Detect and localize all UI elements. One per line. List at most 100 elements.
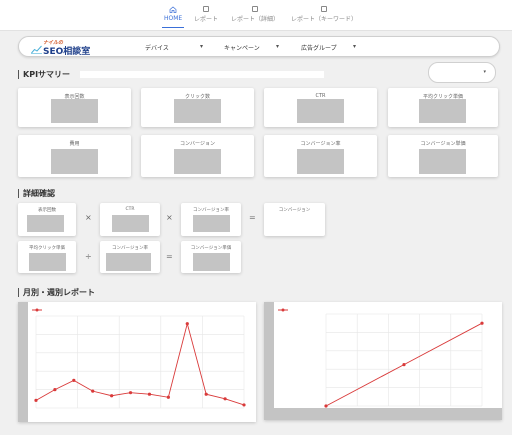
data-point xyxy=(223,397,227,401)
kpi-card-conversion-rate: コンバージョン率 xyxy=(264,135,377,177)
kpi-card-label: コンバージョン率 xyxy=(300,141,341,147)
detail-card-value xyxy=(193,215,230,232)
kpi-card-value xyxy=(297,99,344,123)
kpi-card-cost: 費用 xyxy=(18,135,131,177)
detail-card-label: コンバージョン率 xyxy=(112,246,148,251)
data-point xyxy=(242,403,246,407)
y-axis-placeholder xyxy=(264,302,274,420)
kpi-card-conversions: コンバージョン xyxy=(141,135,254,177)
weekly-chart-card xyxy=(264,302,502,420)
kpi-card-clicks: クリック数 xyxy=(141,88,254,127)
equals-operator: = xyxy=(166,252,173,261)
detail-card-value xyxy=(106,253,151,271)
monthly-line-chart xyxy=(18,302,246,422)
kpi-card-value xyxy=(419,99,466,123)
kpi-card-cost-per-conversion: コンバージョン単価 xyxy=(388,135,498,177)
top-navigation: HOME レポート レポート（詳細） レポート（キーワード） xyxy=(0,0,512,31)
kpi-card-label: 費用 xyxy=(69,141,80,147)
data-point xyxy=(53,388,57,392)
detail-card-label: CTR xyxy=(125,207,135,212)
kpi-card-value xyxy=(51,149,98,174)
detail-card-conversions: コンバージョン xyxy=(264,203,325,236)
divide-operator: ÷ xyxy=(85,252,92,261)
multiply-operator: × xyxy=(166,213,173,222)
monthly-section-title: 月別・週別レポート xyxy=(18,288,95,297)
detail-card-label: 平均クリック単価 xyxy=(29,246,65,251)
series-line xyxy=(35,321,245,406)
tab-report-keyword[interactable]: レポート（キーワード） xyxy=(291,6,357,23)
data-point xyxy=(166,395,170,399)
detail-card-value xyxy=(193,253,230,271)
home-icon xyxy=(169,6,177,13)
kpi-card-impressions: 表示回数 xyxy=(18,88,131,127)
tab-report-detail[interactable]: レポート（詳細） xyxy=(231,6,279,23)
logo-chart-icon xyxy=(31,45,42,54)
data-point xyxy=(147,392,152,396)
data-point xyxy=(480,321,484,325)
brand-logo: ナイルの SEO相談室 xyxy=(31,40,103,57)
detail-card-label: 表示回数 xyxy=(38,208,56,213)
data-point xyxy=(402,363,406,367)
kpi-card-label: コンバージョン単価 xyxy=(420,141,466,147)
kpi-card-ctr: CTR xyxy=(264,88,377,127)
detail-card-conversion-rate-2: コンバージョン率 xyxy=(100,241,160,273)
detail-section-title: 詳細確認 xyxy=(18,189,55,198)
data-point xyxy=(128,391,133,395)
report-detail-icon xyxy=(252,6,258,12)
adgroup-filter-label: 広告グループ xyxy=(301,45,337,52)
kpi-card-avg-cpc: 平均クリック単価 xyxy=(388,88,498,127)
logo-big-text: SEO相談室 xyxy=(43,47,91,57)
data-point xyxy=(324,404,328,408)
detail-card-conversion-rate: コンバージョン率 xyxy=(181,203,241,236)
period-dropdown[interactable]: ▾ xyxy=(428,62,496,83)
data-point xyxy=(72,378,76,382)
data-point xyxy=(204,392,208,396)
kpi-card-value xyxy=(51,99,98,123)
detail-card-avg-cpc: 平均クリック単価 xyxy=(18,241,76,273)
report-icon xyxy=(203,6,209,12)
tab-home-label: HOME xyxy=(164,15,183,22)
kpi-card-label: コンバージョン xyxy=(180,141,215,147)
equals-operator: = xyxy=(249,213,256,222)
legend-marker xyxy=(35,308,39,312)
detail-card-ctr: CTR xyxy=(100,203,160,236)
data-point xyxy=(110,394,114,398)
monthly-chart-card xyxy=(18,302,256,422)
kpi-card-value xyxy=(419,149,466,174)
detail-card-label: コンバージョン xyxy=(278,208,311,213)
tab-report[interactable]: レポート xyxy=(194,6,218,23)
tab-report-label: レポート xyxy=(194,16,219,23)
tab-home[interactable]: HOME xyxy=(161,6,185,28)
campaign-filter-caret-icon: ▾ xyxy=(276,43,280,50)
kpi-section-title: KPIサマリー xyxy=(18,70,70,79)
device-filter-caret-icon: ▾ xyxy=(200,43,204,50)
adgroup-filter-caret-icon: ▾ xyxy=(353,43,357,50)
legend-marker xyxy=(281,308,285,312)
tab-report-detail-label: レポート（詳細） xyxy=(231,16,280,23)
y-axis-placeholder xyxy=(18,302,28,422)
chevron-down-icon: ▾ xyxy=(483,69,486,75)
detail-card-impressions: 表示回数 xyxy=(18,203,76,236)
kpi-title-bar xyxy=(80,71,324,78)
kpi-card-value xyxy=(174,99,221,123)
data-point xyxy=(91,389,95,393)
detail-card-cost-per-conversion: コンバージョン単価 xyxy=(181,241,241,273)
campaign-filter[interactable]: キャンペーン ▾ xyxy=(224,43,279,52)
device-filter[interactable]: デバイス ▾ xyxy=(145,43,203,52)
kpi-card-value xyxy=(297,149,344,174)
weekly-line-chart xyxy=(264,302,502,420)
detail-card-value xyxy=(112,215,149,232)
data-point xyxy=(34,398,38,402)
adgroup-filter[interactable]: 広告グループ ▾ xyxy=(301,43,356,52)
kpi-card-value xyxy=(174,149,221,174)
detail-card-value xyxy=(29,253,66,271)
filter-bar: ナイルの SEO相談室 デバイス ▾ キャンペーン ▾ 広告グループ ▾ xyxy=(18,36,500,57)
tab-report-keyword-label: レポート（キーワード） xyxy=(291,16,358,23)
campaign-filter-label: キャンペーン xyxy=(224,45,260,52)
detail-card-value xyxy=(27,215,64,232)
detail-card-label: コンバージョン単価 xyxy=(190,246,232,251)
detail-card-label: コンバージョン率 xyxy=(193,208,229,213)
data-point xyxy=(185,322,189,326)
multiply-operator: × xyxy=(85,213,92,222)
device-filter-label: デバイス xyxy=(145,45,169,52)
